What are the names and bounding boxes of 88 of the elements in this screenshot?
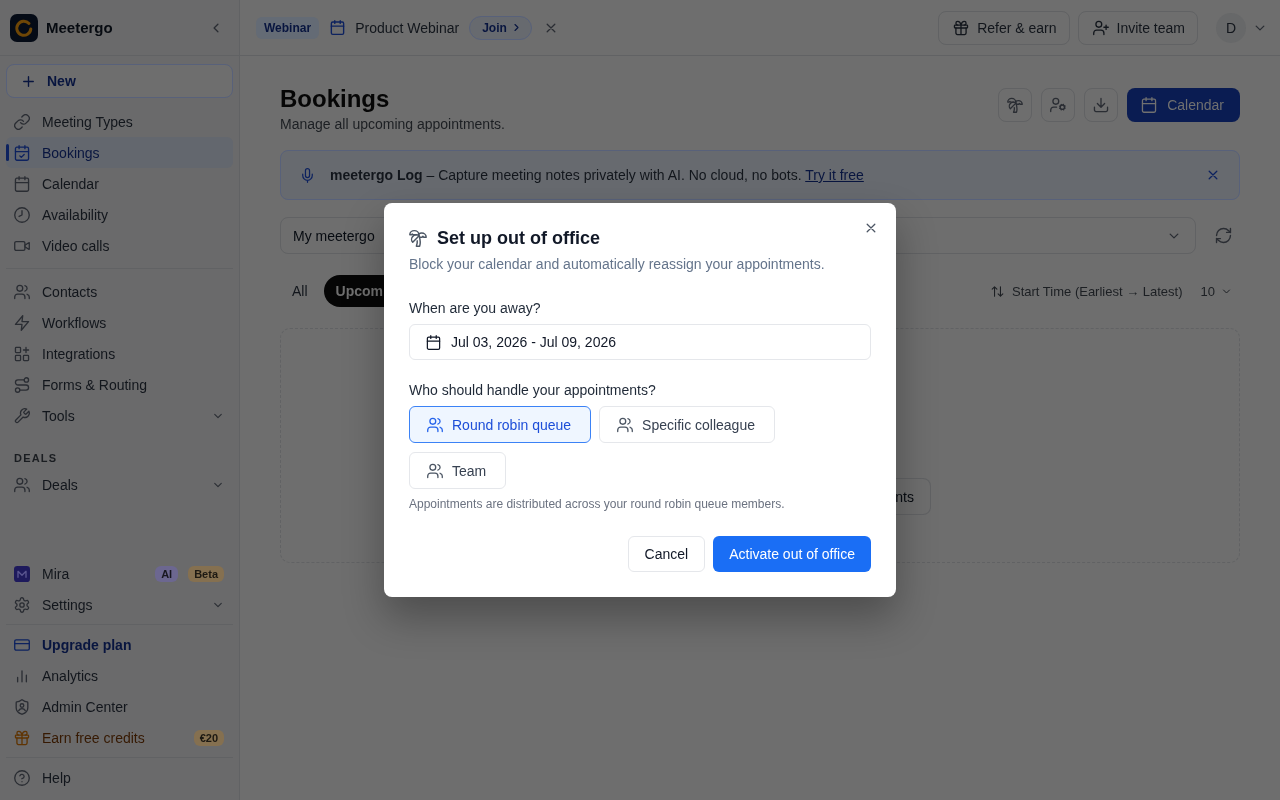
link-icon [14,113,30,130]
user-settings-button[interactable] [1041,88,1076,122]
cancel-button[interactable]: Cancel [627,536,706,572]
sidebar-item[interactable]: Analytics [6,660,107,691]
page-title: Bookings [280,84,391,114]
banner-text: meetergo Log – Capture meeting notes privately with AI. No cloud, no bots. Try it free [330,167,865,183]
bar-chart-icon [14,667,30,684]
lightning-icon [14,314,30,331]
clock-icon [14,206,30,223]
sort-button[interactable]: Start Time (Earliest → Latest) [991,283,1183,299]
page-subtitle: Manage all upcoming appointments. [280,115,505,134]
sidebar-item[interactable]: Forms & Routing [6,369,156,400]
header-button[interactable]: Invite team [1077,10,1198,45]
shield-user-icon [14,698,30,715]
calendar-icon [14,175,30,192]
users-icon [14,283,30,300]
sidebar-item[interactable]: Availability [6,199,116,230]
calendar-icon [330,20,346,35]
users-icon [14,476,30,493]
sidebar-item[interactable]: Upgrade plan [6,629,140,660]
app-logo-icon [10,13,38,42]
route-icon [14,376,30,393]
user-avatar[interactable]: D [1216,12,1246,43]
page-size-select[interactable]: 10 [1200,283,1240,299]
calendar-icon [426,334,441,350]
join-button[interactable]: Join [469,15,532,40]
user-cog-icon [1050,97,1067,113]
calendar-icon [1141,97,1158,113]
gift-icon [953,19,970,36]
plus-icon [21,73,36,89]
event-tag: Webinar [256,16,320,39]
palm-tree-icon [1007,97,1024,113]
download-button[interactable] [1084,88,1119,122]
sidebar-item[interactable]: Mira [6,558,78,589]
sidebar-item[interactable]: Bookings [6,137,233,168]
users-icon [427,416,443,433]
user-plus-icon [1092,19,1109,36]
sidebar-item[interactable]: Deals [6,469,86,500]
download-icon [1093,97,1110,113]
close-icon [1206,168,1220,182]
dialog-title: Set up out of office [437,227,600,250]
refresh-icon [1214,227,1232,244]
gift-icon [14,729,30,746]
label-badge: AI [155,565,179,582]
users-icon [617,416,634,433]
date-range-field[interactable]: Jul 03, 2026 - Jul 09, 2026 [409,324,871,360]
option-hint: Appointments are distributed across your round robin queue members. [409,496,786,512]
microphone-icon [300,167,315,183]
sidebar-item[interactable]: Meeting Types [6,106,141,137]
field-label: Who should handle your appointments? [409,381,657,400]
assignment-option[interactable]: Team [409,452,507,489]
sidebar-item[interactable]: Settings [6,589,101,620]
label-badge: Beta [188,565,224,582]
sort-arrows-icon [991,284,1005,298]
sidebar-item[interactable]: Integrations [6,338,124,369]
sidebar-item[interactable]: Calendar [6,168,107,199]
dialog-subtitle: Block your calendar and automatically reassign your appointments. [409,255,826,274]
sidebar-item[interactable]: Workflows [6,307,115,338]
assignment-option[interactable]: Round robin queue [409,406,592,443]
calendar-check-icon [14,144,30,161]
credit-card-icon [14,636,30,653]
brand-name: Meetergo [46,19,114,36]
sidebar-item[interactable]: Earn free credits [6,722,153,753]
app-tile-icon [14,565,30,582]
new-button[interactable]: New [6,64,233,98]
calendar-button[interactable]: Calendar [1127,88,1240,122]
close-icon [864,221,878,235]
help-icon [14,769,30,786]
close-button[interactable] [864,221,878,235]
filter-tab[interactable]: All [280,275,320,307]
wrench-icon [14,407,30,424]
assignment-option[interactable]: Specific colleague [599,406,775,443]
palm-tree-icon [409,229,427,247]
out-of-office-button[interactable] [998,88,1033,122]
header-button[interactable]: Refer & earn [938,10,1070,45]
event-title: Product Webinar [355,19,460,36]
grid-plus-icon [14,345,30,362]
sidebar-item[interactable]: Help [6,762,79,793]
credit-badge: €20 [193,729,224,746]
users-icon [427,462,443,479]
sidebar-item[interactable]: Tools [6,400,83,431]
activate-button[interactable]: Activate out of office [713,536,871,572]
sidebar-item[interactable]: Contacts [6,276,106,307]
sidebar-item[interactable]: Admin Center [6,691,136,722]
banner-link[interactable]: Try it free [805,167,864,183]
sidebar-item[interactable]: Video calls [6,230,118,261]
section-heading: DEALS [13,451,59,465]
settings-icon [14,596,30,613]
